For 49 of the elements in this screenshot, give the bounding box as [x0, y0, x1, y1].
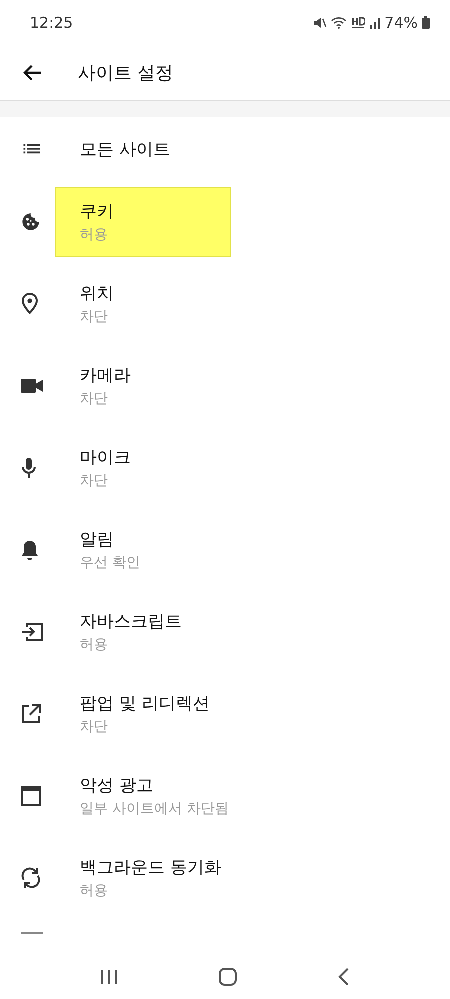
setting-status: 허용	[80, 636, 109, 654]
setting-status: 차단	[80, 718, 109, 736]
setting-title: 쿠키	[80, 201, 115, 223]
back-icon	[338, 968, 350, 986]
setting-status: 허용	[80, 882, 109, 900]
setting-status: 차단	[80, 472, 109, 490]
battery-percent: 74%	[384, 14, 418, 32]
signal-icon	[368, 16, 381, 28]
setting-status: 우선 확인	[80, 554, 140, 572]
all-sites-item[interactable]: 모든 사이트	[0, 117, 450, 181]
setting-title: 백그라운드 동기화	[80, 857, 222, 879]
setting-title: 위치	[80, 283, 114, 305]
cookie-icon	[21, 212, 41, 232]
video-camera-icon	[21, 379, 43, 393]
status-time: 12:25	[30, 14, 74, 32]
settings-item[interactable]: 백그라운드 동기화 허용	[0, 837, 450, 919]
setting-title: 악성 광고	[80, 775, 154, 797]
settings-item[interactable]: 팝업 및 리디렉션 차단	[0, 673, 450, 755]
battery-icon	[422, 16, 430, 29]
bell-icon	[21, 539, 39, 561]
mute-icon	[312, 16, 327, 28]
settings-item[interactable]: 마이크 차단	[0, 427, 450, 509]
recent-apps-icon	[100, 968, 118, 984]
setting-status: 차단	[80, 390, 109, 408]
browser-window-icon	[21, 786, 41, 806]
settings-item[interactable]: 카메라 차단	[0, 345, 450, 427]
setting-status: 일부 사이트에서 차단됨	[80, 800, 229, 818]
setting-title: 자바스크립트	[80, 611, 182, 633]
settings-item[interactable]: 악성 광고 일부 사이트에서 차단됨	[0, 755, 450, 837]
wifi-icon	[330, 16, 347, 28]
setting-status: 허용	[80, 226, 109, 244]
setting-title: 알림	[80, 529, 115, 551]
dash-icon	[21, 931, 43, 935]
sync-icon	[21, 867, 41, 889]
setting-title: 팝업 및 리디렉션	[80, 693, 210, 715]
setting-status: 차단	[80, 308, 109, 326]
hd-icon	[350, 16, 365, 28]
settings-item[interactable]: 알림 우선 확인	[0, 509, 450, 591]
input-arrow-icon	[21, 622, 43, 642]
settings-item[interactable]: 쿠키 허용	[0, 181, 450, 263]
open-in-new-icon	[21, 704, 41, 724]
page-title: 사이트 설정	[78, 62, 174, 84]
setting-title: 카메라	[80, 365, 131, 387]
location-pin-icon	[21, 293, 39, 315]
settings-item[interactable]: 위치 차단	[0, 263, 450, 345]
home-icon	[218, 968, 237, 986]
settings-item[interactable]: 자바스크립트 허용	[0, 591, 450, 673]
setting-title: 마이크	[80, 447, 131, 469]
microphone-icon	[21, 457, 37, 479]
